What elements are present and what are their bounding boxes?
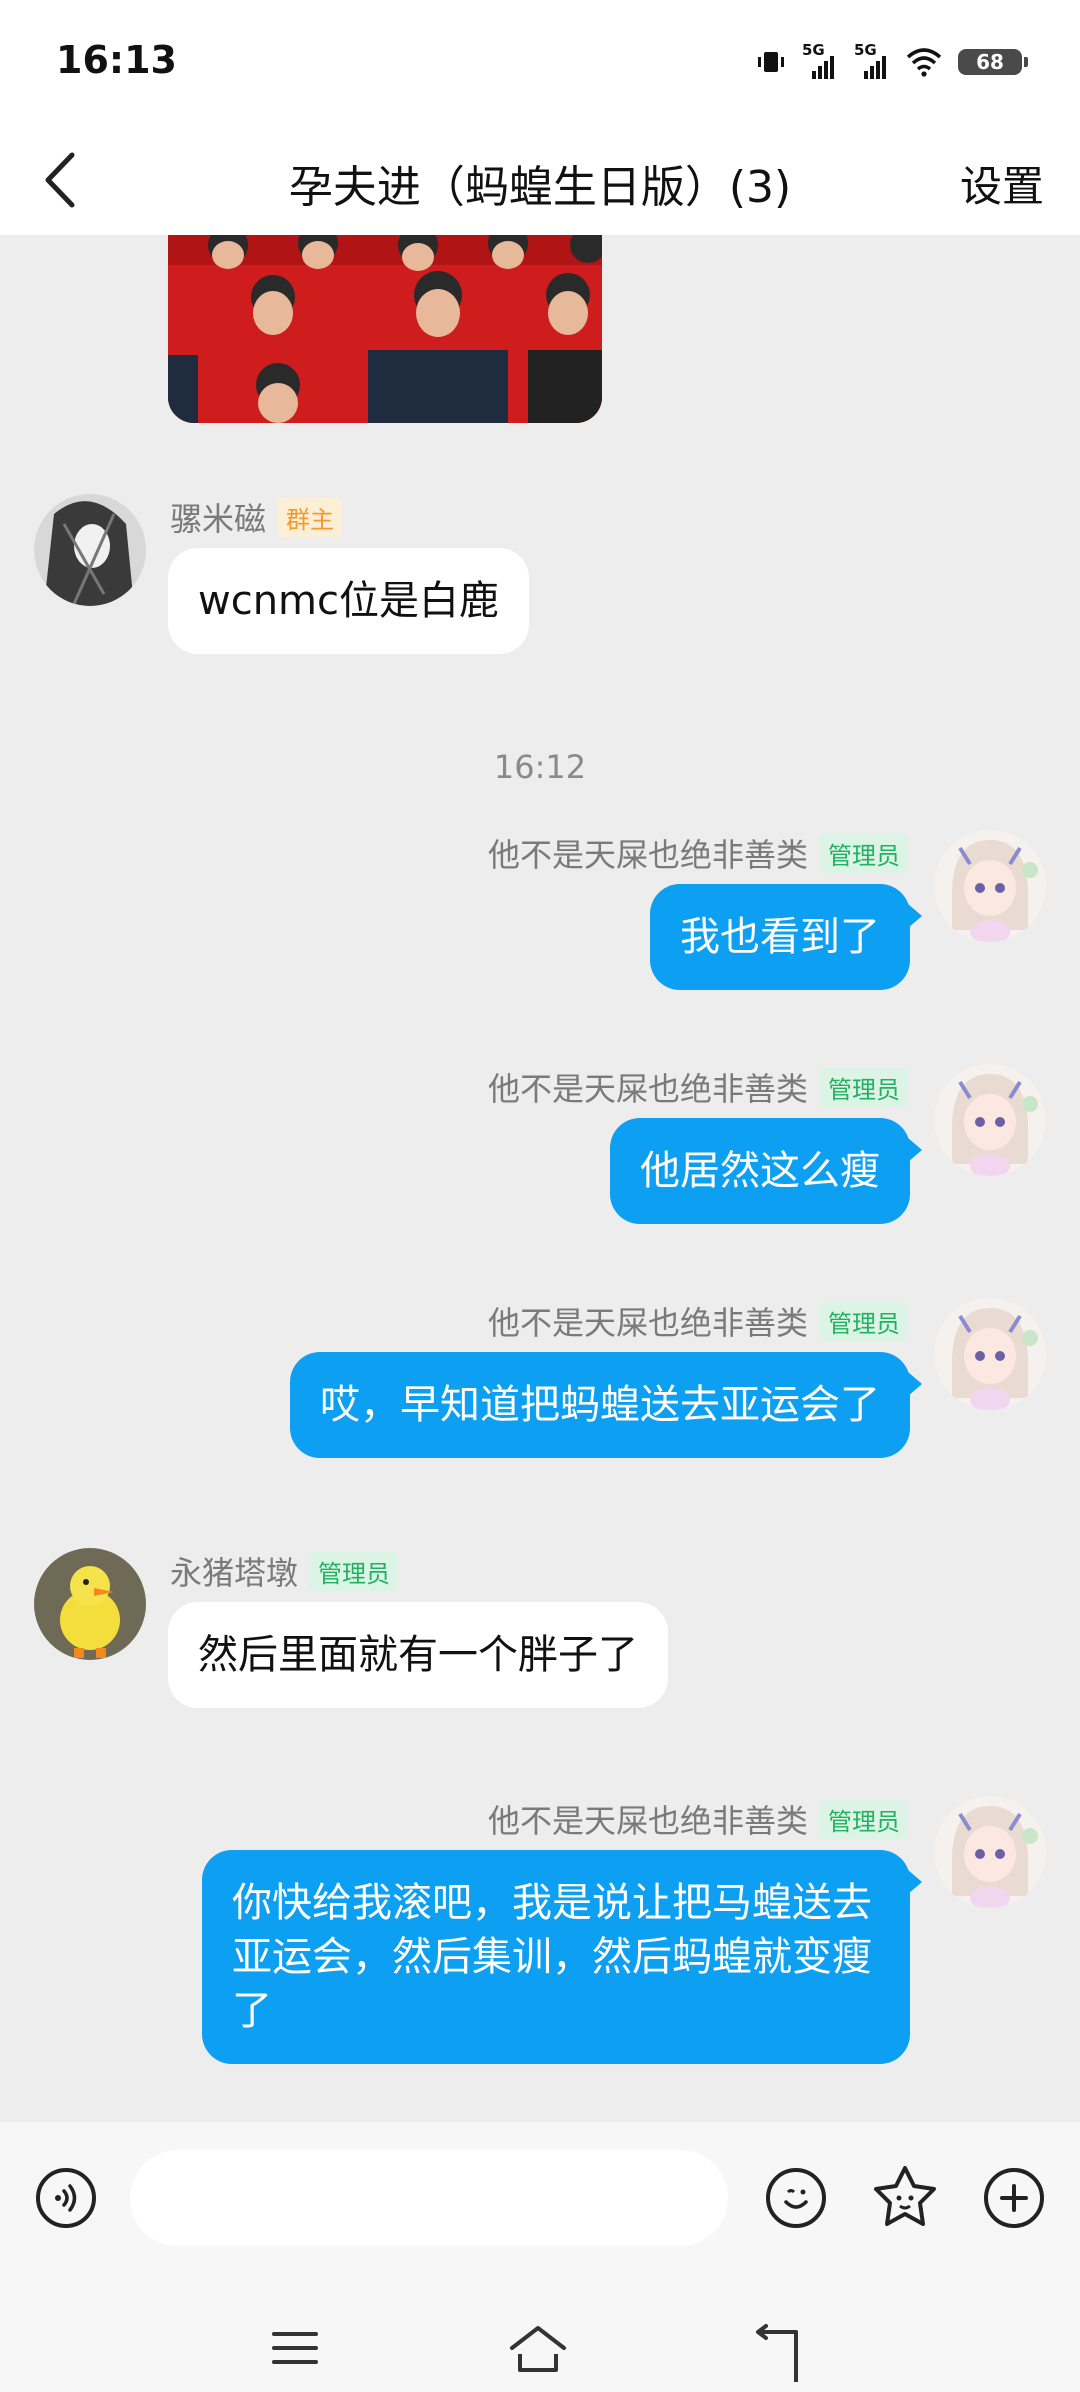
avatar[interactable] bbox=[34, 494, 146, 606]
nav-home-button[interactable] bbox=[508, 2324, 572, 2376]
sender-name: 永猪塔墩 bbox=[170, 1554, 299, 1592]
chevron-left-icon bbox=[45, 152, 75, 208]
status-icons: 5G 5G 68 bbox=[756, 41, 1028, 82]
avatar-image bbox=[934, 1298, 1046, 1410]
sender-name: 骡米磁 bbox=[170, 500, 267, 538]
voice-icon bbox=[55, 2184, 77, 2212]
group-photo bbox=[168, 235, 602, 423]
admin-badge: 管理员 bbox=[820, 1067, 908, 1107]
admin-badge: 管理员 bbox=[310, 1551, 399, 1591]
avatar-image bbox=[934, 1064, 1046, 1176]
sender-name: 他不是天屎也绝非善类 bbox=[487, 836, 808, 874]
voice-button[interactable] bbox=[36, 2168, 96, 2228]
message-bubble[interactable]: 他居然这么瘦 bbox=[610, 1118, 922, 1224]
sender-name: 他不是天屎也绝非善类 bbox=[487, 1802, 808, 1840]
cellular-signal-icon: 5G bbox=[854, 41, 890, 79]
battery-indicator: 68 bbox=[958, 49, 1028, 75]
message-bubble[interactable]: 我也看到了 bbox=[650, 884, 922, 990]
owner-badge: 群主 bbox=[278, 497, 343, 537]
admin-badge: 管理员 bbox=[820, 833, 908, 873]
admin-badge: 管理员 bbox=[820, 1799, 908, 1839]
avatar-image bbox=[34, 1548, 146, 1660]
message-bubble[interactable]: wcnmc位是白鹿 bbox=[168, 548, 530, 654]
sticker-icon bbox=[874, 2166, 936, 2226]
emoji-icon bbox=[784, 2189, 808, 2209]
message-input[interactable] bbox=[130, 2150, 728, 2246]
sender-name-row: 他不是天屎也绝非善类 管理员 bbox=[488, 1796, 908, 1842]
menu-icon bbox=[272, 2332, 318, 2364]
avatar[interactable] bbox=[34, 1548, 146, 1660]
sender-name: 他不是天屎也绝非善类 bbox=[487, 1070, 808, 1108]
plus-button[interactable] bbox=[984, 2168, 1044, 2228]
sender-name-row: 他不是天屎也绝非善类 管理员 bbox=[488, 830, 908, 876]
avatar-image bbox=[934, 830, 1046, 942]
settings-button[interactable]: 设置 bbox=[960, 153, 1044, 214]
back-icon bbox=[756, 2324, 798, 2382]
wifi-icon bbox=[906, 48, 942, 77]
avatar-image bbox=[934, 1796, 1046, 1908]
sender-name: 他不是天屎也绝非善类 bbox=[487, 1304, 808, 1342]
nav-back-button[interactable] bbox=[752, 2324, 808, 2384]
image-message[interactable] bbox=[168, 235, 602, 423]
avatar-image bbox=[34, 494, 146, 606]
sender-name-row: 骡米磁 群主 bbox=[170, 494, 343, 540]
plus-icon bbox=[1000, 2184, 1028, 2212]
cellular-signal-icon: 5G bbox=[802, 41, 838, 79]
message-timestamp: 16:12 bbox=[493, 748, 587, 786]
sticker-button[interactable] bbox=[870, 2162, 940, 2232]
admin-badge: 管理员 bbox=[820, 1301, 908, 1341]
nav-menu-button[interactable] bbox=[270, 2328, 330, 2374]
sender-name-row: 永猪塔墩 管理员 bbox=[170, 1548, 399, 1594]
chat-title: 孕夫进（蚂蝗生日版）(3) bbox=[288, 162, 792, 213]
sender-name-row: 他不是天屎也绝非善类 管理员 bbox=[488, 1064, 908, 1110]
message-bubble[interactable]: 哎，早知道把蚂蝗送去亚运会了 bbox=[290, 1352, 922, 1458]
avatar[interactable] bbox=[934, 1796, 1046, 1908]
sender-name-row: 他不是天屎也绝非善类 管理员 bbox=[488, 1298, 908, 1344]
system-nav-bar bbox=[0, 2302, 1080, 2392]
message-bubble[interactable]: 你快给我滚吧，我是说让把马蝗送去亚运会，然后集训，然后蚂蝗就变瘦了 bbox=[202, 1850, 922, 2064]
status-bar: 16:13 5G 5G 68 bbox=[0, 0, 1080, 125]
vibrate-icon bbox=[758, 52, 784, 72]
avatar[interactable] bbox=[934, 1064, 1046, 1176]
home-icon bbox=[510, 2326, 566, 2372]
message-bubble[interactable]: 然后里面就有一个胖子了 bbox=[168, 1602, 668, 1708]
chat-header: 孕夫进（蚂蝗生日版）(3) 设置 bbox=[0, 125, 1080, 235]
input-bar bbox=[0, 2122, 1080, 2392]
status-time: 16:13 bbox=[56, 38, 177, 82]
emoji-button[interactable] bbox=[766, 2168, 826, 2228]
avatar[interactable] bbox=[934, 1298, 1046, 1410]
avatar[interactable] bbox=[934, 830, 1046, 942]
back-button[interactable] bbox=[30, 147, 90, 213]
